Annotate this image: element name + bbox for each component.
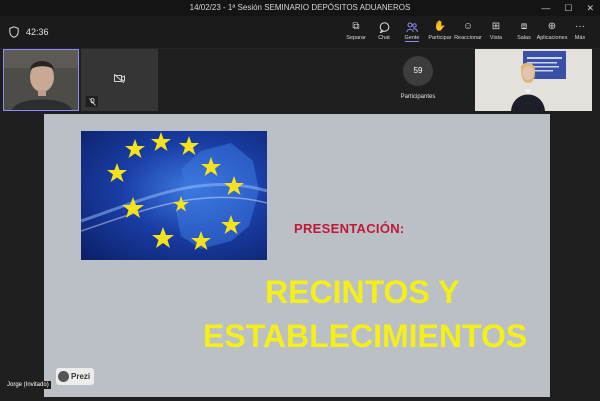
pop-out-icon: ⧉ bbox=[352, 21, 360, 32]
window-title: 14/02/23 - 1ª Sesión SEMINARIO DEPÓSITOS… bbox=[189, 3, 411, 12]
smile-icon: ☺ bbox=[462, 21, 474, 32]
close-icon[interactable]: ✕ bbox=[586, 0, 594, 16]
chat-button[interactable]: Chat bbox=[370, 18, 398, 42]
vista-label: Vista bbox=[489, 35, 503, 41]
shield-icon bbox=[9, 26, 19, 38]
reaccionar-label: Reaccionar bbox=[454, 35, 482, 41]
mas-label: Más bbox=[574, 35, 586, 41]
view-grid-icon: ⊞ bbox=[491, 21, 501, 32]
separar-label: Separar bbox=[346, 35, 366, 41]
slide-title-line2: ESTABLECIMIENTOS bbox=[203, 318, 528, 354]
raise-hand-icon: ✋ bbox=[433, 21, 447, 32]
window-titlebar: 14/02/23 - 1ª Sesión SEMINARIO DEPÓSITOS… bbox=[0, 0, 600, 16]
prezi-badge[interactable]: Prezi bbox=[56, 368, 94, 385]
meeting-timer: 42:36 bbox=[26, 27, 49, 37]
mic-off-icon bbox=[88, 97, 96, 106]
chat-icon bbox=[378, 21, 390, 33]
slide-title-line1: RECINTOS Y bbox=[265, 274, 460, 310]
video-tile-camera-off[interactable] bbox=[81, 49, 158, 111]
camera-off-icon bbox=[114, 74, 125, 83]
salas-label: Salas bbox=[517, 35, 531, 41]
vista-button[interactable]: ⊞ Vista bbox=[482, 18, 510, 42]
minimize-icon[interactable]: — bbox=[541, 0, 550, 16]
apps-add-icon: ⊕ bbox=[547, 21, 557, 32]
toolbar-actions: ⧉ Separar Chat Gente ✋ Participar ☺ Reac… bbox=[342, 18, 594, 42]
people-icon bbox=[406, 21, 418, 33]
prezi-logo-icon bbox=[58, 371, 69, 382]
rooms-icon: ⧈ bbox=[520, 21, 528, 32]
aplicaciones-button[interactable]: ⊕ Aplicaciones bbox=[536, 18, 568, 42]
video-tile-speaker[interactable] bbox=[3, 49, 79, 111]
participants-count: 59 bbox=[403, 56, 433, 86]
maximize-icon[interactable]: ☐ bbox=[564, 0, 572, 16]
reaccionar-button[interactable]: ☺ Reaccionar bbox=[454, 18, 482, 42]
participar-button[interactable]: ✋ Participar bbox=[426, 18, 454, 42]
video-tile-presenter[interactable] bbox=[475, 49, 592, 111]
presenter-video-feed bbox=[475, 49, 592, 111]
mic-muted-badge bbox=[86, 96, 98, 107]
salas-button[interactable]: ⧈ Salas bbox=[510, 18, 538, 42]
participar-label: Participar bbox=[428, 35, 452, 41]
participants-indicator[interactable]: 59 Participantes bbox=[398, 56, 438, 100]
meeting-toolbar: 42:36 ⧉ Separar Chat Gente ✋ Participar … bbox=[0, 16, 600, 49]
separar-button[interactable]: ⧉ Separar bbox=[342, 18, 370, 42]
shared-slide: PRESENTACIÓN: RECINTOS Y ESTABLECIMIENTO… bbox=[44, 114, 550, 397]
chat-label: Chat bbox=[378, 35, 390, 41]
prezi-badge-label: Prezi bbox=[71, 372, 91, 381]
speaker-video-feed bbox=[4, 50, 78, 110]
aplicaciones-label: Aplicaciones bbox=[536, 35, 568, 41]
presentation-label: PRESENTACIÓN: bbox=[294, 221, 405, 236]
mas-button[interactable]: ··· Más bbox=[566, 18, 594, 42]
window-controls: — ☐ ✕ bbox=[541, 0, 594, 16]
participants-label: Participantes bbox=[400, 94, 436, 100]
eu-flag-map-image bbox=[81, 131, 267, 260]
gente-label: Gente bbox=[404, 35, 420, 42]
speaker-name-label: Jorge (Invitado) bbox=[5, 381, 51, 389]
gente-button[interactable]: Gente bbox=[398, 18, 426, 42]
more-icon: ··· bbox=[575, 21, 585, 32]
